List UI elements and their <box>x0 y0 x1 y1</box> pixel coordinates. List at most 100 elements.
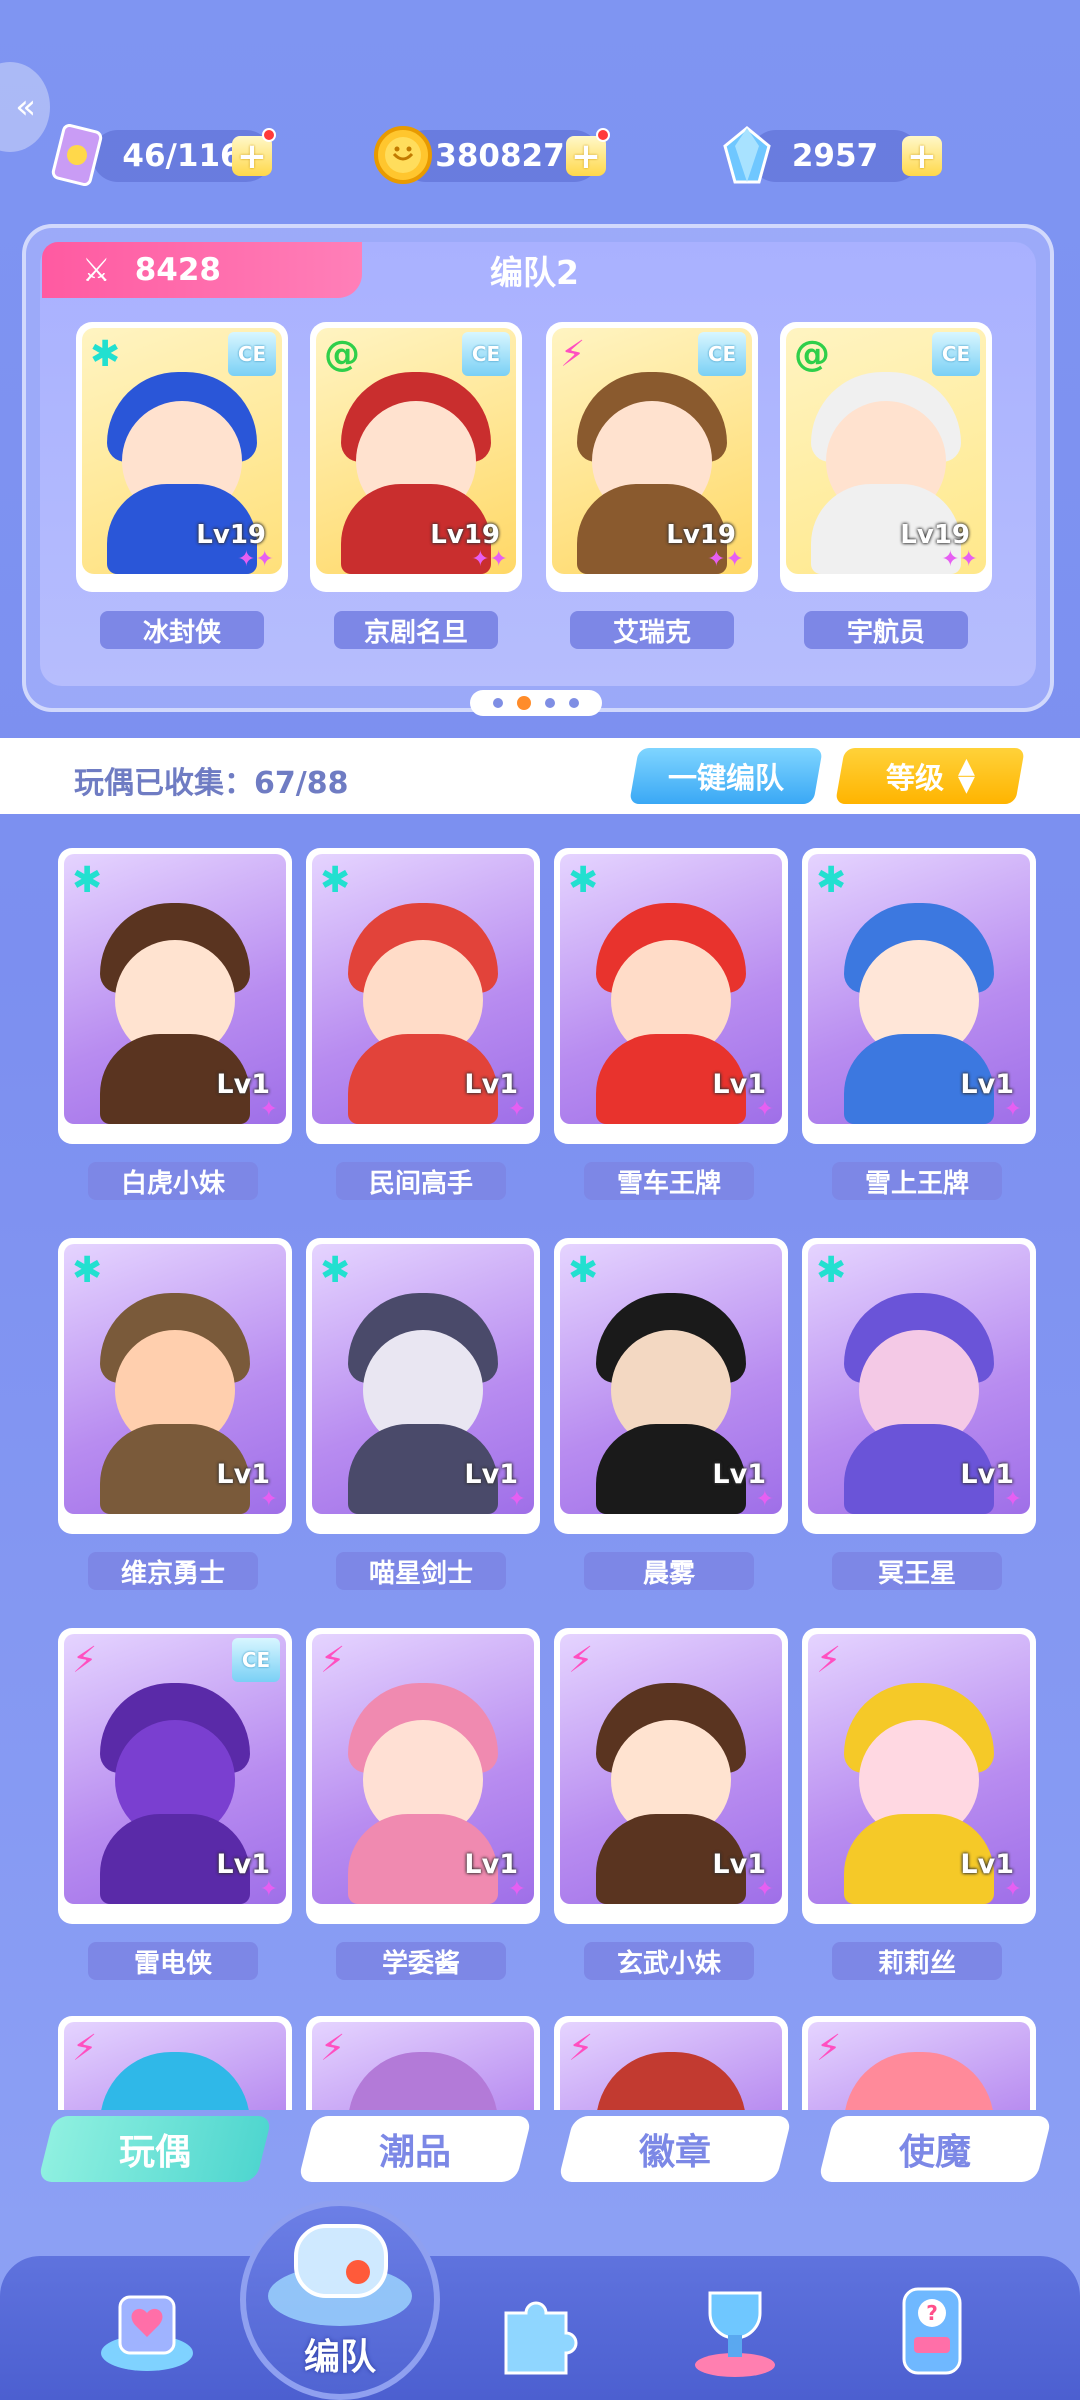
doll-portrait: ⚡ <box>560 2022 782 2110</box>
nav-team-label: 编队 <box>303 2337 376 2378</box>
page-dot[interactable] <box>569 698 579 708</box>
back-button[interactable]: « <box>0 62 50 152</box>
doll-portrait: ⚡ CE Lv19 ✦✦ <box>552 328 752 574</box>
doll-portrait: ✱ Lv1 ✦ <box>560 1244 782 1514</box>
sort-arrows-icon: ▲ ▼ <box>957 754 975 797</box>
rarity-star-icon: ✦ <box>755 1877 774 1902</box>
doll-name: 玄武小妹 <box>584 1942 754 1980</box>
doll-card[interactable]: ⚡ Lv1 ✦ <box>802 1628 1036 1924</box>
ce-badge-icon: CE <box>228 332 276 376</box>
rarity-star-icon: ✦ <box>1003 1097 1022 1122</box>
doll-card[interactable]: ⚡ Lv1 ✦ <box>306 1628 540 1924</box>
doll-card[interactable]: ✱ Lv1 ✦ <box>306 848 540 1144</box>
doll-card[interactable]: ⚡ Lv1 ✦ <box>554 1628 788 1924</box>
team-member-card[interactable]: ⚡ CE Lv19 ✦✦ <box>546 322 758 592</box>
rarity-star-icon: ✦ <box>259 1877 278 1902</box>
doll-card-partial[interactable]: ⚡ <box>802 2016 1036 2110</box>
doll-level: Lv19 <box>666 520 736 550</box>
team-member-card[interactable]: @ CE Lv19 ✦✦ <box>310 322 522 592</box>
nav-item-1[interactable] <box>82 2268 212 2388</box>
team-page-indicator[interactable] <box>470 690 602 716</box>
sort-level-button[interactable]: 等级 ▲ ▼ <box>835 748 1025 804</box>
element-icon: ✱ <box>72 860 103 901</box>
nav-item-5[interactable]: ? <box>866 2268 996 2388</box>
doll-card[interactable]: ✱ Lv1 ✦ <box>802 848 1036 1144</box>
category-tab-label: 徽章 <box>638 2132 711 2173</box>
rarity-star-icon: ✦ <box>755 1097 774 1122</box>
doll-card-partial[interactable]: ⚡ <box>306 2016 540 2110</box>
doll-card[interactable]: ⚡ Lv1 ✦ CE <box>58 1628 292 1924</box>
category-tab[interactable]: 使魔 <box>817 2116 1053 2182</box>
add-gems-button[interactable]: + <box>902 136 942 177</box>
doll-card[interactable]: ✱ Lv1 ✦ <box>58 848 292 1144</box>
nav-item-4[interactable] <box>670 2268 800 2388</box>
doll-portrait: ✱ Lv1 ✦ <box>560 854 782 1124</box>
doll-level: Lv1 <box>216 1849 270 1880</box>
add-stamina-button[interactable]: + <box>232 136 272 177</box>
auto-team-button[interactable]: 一键编队 <box>629 748 823 804</box>
doll-name: 雷电侠 <box>88 1942 258 1980</box>
ce-badge-icon: CE <box>232 1638 280 1682</box>
doll-level: Lv1 <box>960 1069 1014 1100</box>
doll-name: 白虎小妹 <box>88 1162 258 1200</box>
rarity-star-icon: ✦ <box>507 1877 526 1902</box>
doll-card[interactable]: ✱ Lv1 ✦ <box>802 1238 1036 1534</box>
category-tab[interactable]: 玩偶 <box>37 2116 273 2182</box>
gems-value: 2957 <box>791 138 879 174</box>
element-icon: @ <box>794 334 830 375</box>
coins-value: 380827 <box>435 138 565 174</box>
doll-card[interactable]: ✱ Lv1 ✦ <box>58 1238 292 1534</box>
team-member-card[interactable]: ✱ CE Lv19 ✦✦ <box>76 322 288 592</box>
element-icon: ⚡ <box>816 2028 842 2069</box>
ce-badge-icon: CE <box>462 332 510 376</box>
doll-hair <box>844 2052 994 2110</box>
page-dot[interactable] <box>545 698 555 708</box>
rarity-stars-icon: ✦✦ <box>237 547 274 572</box>
category-tab[interactable]: 徽章 <box>557 2116 793 2182</box>
rarity-stars-icon: ✦✦ <box>471 547 508 572</box>
doll-portrait: ⚡ <box>808 2022 1030 2110</box>
doll-portrait: ⚡ Lv1 ✦ <box>560 1634 782 1904</box>
rarity-stars-icon: ✦✦ <box>941 547 978 572</box>
doll-card[interactable]: ✱ Lv1 ✦ <box>554 848 788 1144</box>
rarity-star-icon: ✦ <box>507 1097 526 1122</box>
team-member-card[interactable]: @ CE Lv19 ✦✦ <box>780 322 992 592</box>
doll-portrait: ✱ Lv1 ✦ <box>64 1244 286 1514</box>
doll-level: Lv1 <box>712 1459 766 1490</box>
doll-card-partial[interactable]: ⚡ <box>58 2016 292 2110</box>
doll-level: Lv19 <box>900 520 970 550</box>
doll-card-partial[interactable]: ⚡ <box>554 2016 788 2110</box>
doll-card[interactable]: ✱ Lv1 ✦ <box>554 1238 788 1534</box>
doll-portrait: ⚡ Lv1 ✦ CE <box>64 1634 286 1904</box>
page-dot-active[interactable] <box>517 696 531 710</box>
doll-card[interactable]: ✱ Lv1 ✦ <box>306 1238 540 1534</box>
doll-level: Lv19 <box>430 520 500 550</box>
trophy-icon <box>695 2291 775 2377</box>
element-icon: ⚡ <box>568 1640 594 1681</box>
rarity-stars-icon: ✦✦ <box>707 547 744 572</box>
add-coins-button[interactable]: + <box>566 136 606 177</box>
team-member-name: 冰封侠 <box>100 611 264 649</box>
doll-portrait: ⚡ Lv1 ✦ <box>312 1634 534 1904</box>
page-dot[interactable] <box>493 698 503 708</box>
team-member-name: 宇航员 <box>804 611 968 649</box>
element-icon: ⚡ <box>816 1640 842 1681</box>
rarity-star-icon: ✦ <box>755 1487 774 1512</box>
category-tab[interactable]: 潮品 <box>297 2116 533 2182</box>
category-tab-label: 潮品 <box>378 2132 451 2173</box>
doll-level: Lv1 <box>960 1849 1014 1880</box>
rarity-star-icon: ✦ <box>259 1097 278 1122</box>
doll-name: 喵星剑士 <box>336 1552 506 1590</box>
element-icon: ✱ <box>320 860 351 901</box>
element-icon: ⚡ <box>320 2028 346 2069</box>
doll-level: Lv1 <box>712 1069 766 1100</box>
rarity-star-icon: ✦ <box>1003 1877 1022 1902</box>
doll-name: 莉莉丝 <box>832 1942 1002 1980</box>
doll-name: 晨雾 <box>584 1552 754 1590</box>
doll-portrait: ⚡ Lv1 ✦ <box>808 1634 1030 1904</box>
doll-name: 维京勇士 <box>88 1552 258 1590</box>
double-chevron-left-icon: « <box>15 87 36 127</box>
doll-name: 雪车王牌 <box>584 1162 754 1200</box>
nav-item-3[interactable] <box>476 2268 606 2388</box>
doll-name: 冥王星 <box>832 1552 1002 1590</box>
